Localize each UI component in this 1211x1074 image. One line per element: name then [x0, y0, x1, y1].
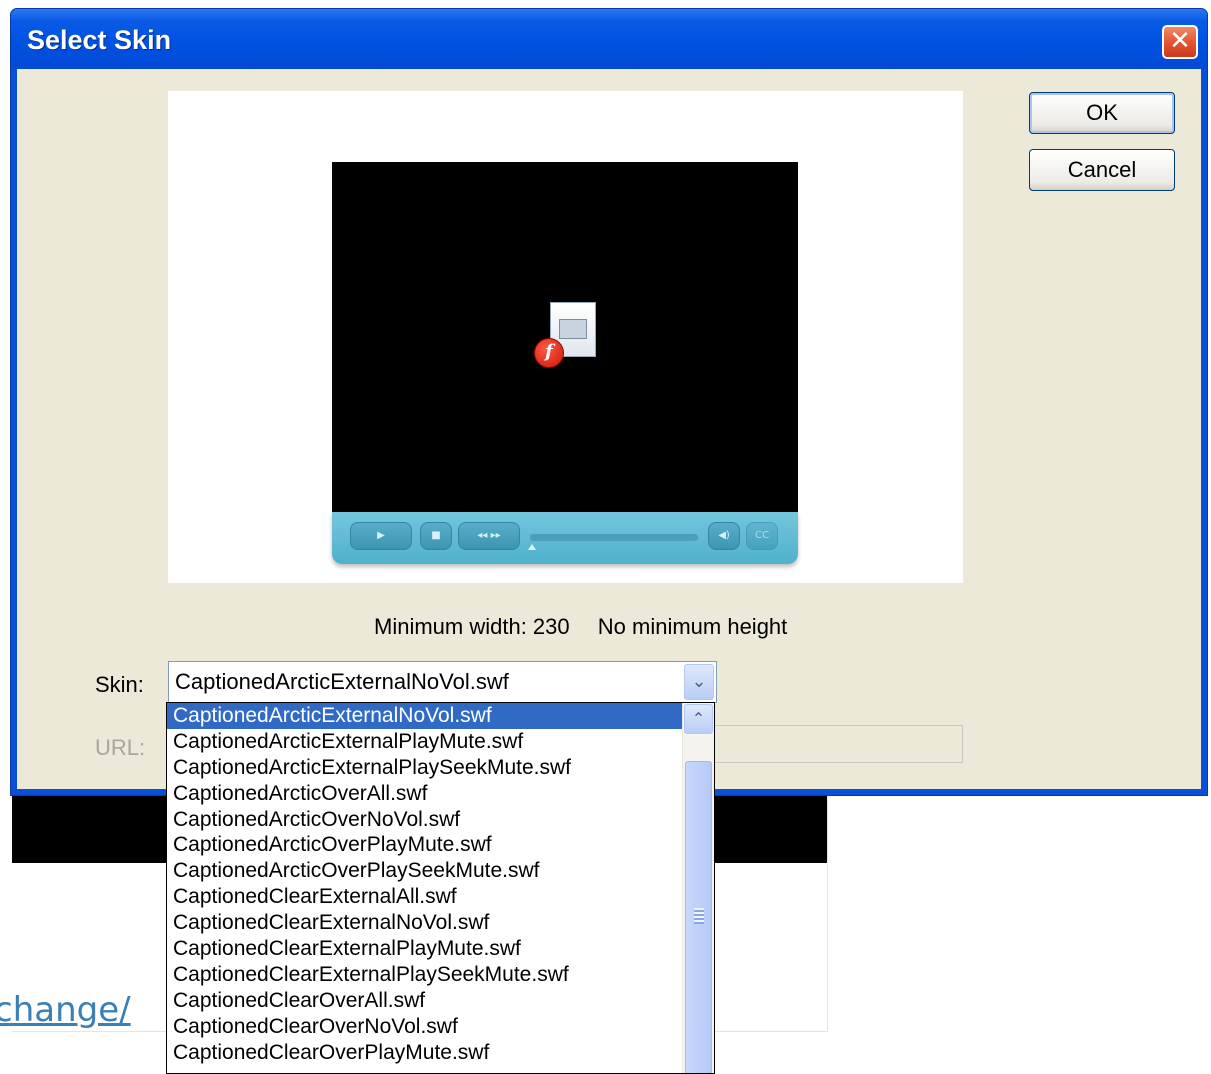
minimum-width-text: Minimum width: 230 [374, 614, 570, 639]
ok-button[interactable]: OK [1029, 92, 1175, 134]
dialog-title: Select Skin [27, 25, 172, 55]
dialog-title-bar[interactable]: Select Skin ✕ [11, 9, 1207, 69]
skin-option[interactable]: CaptionedClearExternalNoVol.swf [167, 910, 683, 936]
skin-option[interactable]: CaptionedArcticExternalPlaySeekMute.swf [167, 755, 683, 781]
skin-option[interactable]: CaptionedArcticOverNoVol.swf [167, 807, 683, 833]
skin-option[interactable]: CaptionedArcticExternalPlayMute.swf [167, 729, 683, 755]
rewind-forward-icon: ◂◂ ▸▸ [458, 522, 520, 550]
skin-select-value: CaptionedArcticExternalNoVol.swf [175, 669, 509, 694]
skin-select[interactable]: CaptionedArcticExternalNoVol.swf ⌄ [168, 661, 717, 703]
skin-option[interactable]: CaptionedArcticOverPlayMute.swf [167, 832, 683, 858]
seek-bar [530, 534, 698, 541]
skin-preview: f ▶ ■ ◂◂ ▸▸ ◀) CC [168, 91, 963, 583]
scroll-thumb[interactable] [685, 761, 712, 1073]
skin-option[interactable]: CaptionedClearOverPlayMute.swf [167, 1040, 683, 1066]
seek-handle-icon [528, 544, 536, 550]
url-label: URL: [95, 735, 146, 760]
background-link[interactable]: change/ [0, 990, 131, 1030]
video-preview-area: f [332, 162, 798, 512]
skin-option[interactable]: CaptionedArcticExternalNoVol.swf [167, 703, 683, 729]
skin-label: Skin: [95, 672, 144, 697]
flash-logo-icon: f [534, 338, 564, 368]
skin-option[interactable]: CaptionedClearOverNoVol.swf [167, 1014, 683, 1040]
skin-dropdown-list: CaptionedArcticExternalNoVol.swf Captione… [166, 702, 715, 1074]
captions-icon: CC [746, 522, 778, 550]
dropdown-scrollbar[interactable]: ⌃ [682, 703, 714, 1073]
skin-option[interactable]: CaptionedArcticOverAll.swf [167, 781, 683, 807]
volume-icon: ◀) [708, 522, 740, 550]
skin-size-info: Minimum width: 230 No minimum height [374, 614, 809, 640]
select-skin-dialog: Select Skin ✕ f ▶ ■ ◂◂ ▸▸ ◀) CC Minimum … [10, 8, 1208, 796]
skin-option[interactable]: CaptionedArcticOverPlaySeekMute.swf [167, 858, 683, 884]
skin-control-bar: ▶ ■ ◂◂ ▸▸ ◀) CC [332, 512, 798, 564]
minimum-height-text: No minimum height [597, 614, 788, 639]
close-button[interactable]: ✕ [1162, 25, 1198, 59]
cancel-button[interactable]: Cancel [1029, 149, 1175, 191]
skin-option[interactable]: CaptionedClearExternalPlayMute.swf [167, 936, 683, 962]
skin-option[interactable]: CaptionedClearExternalAll.swf [167, 884, 683, 910]
stop-icon: ■ [420, 522, 452, 550]
scroll-up-icon[interactable]: ⌃ [684, 704, 713, 734]
skin-option[interactable]: CaptionedClearExternalPlaySeekMute.swf [167, 962, 683, 988]
grip-icon [694, 908, 704, 924]
play-icon: ▶ [350, 522, 412, 550]
close-icon: ✕ [1169, 26, 1191, 56]
dialog-client-area: f ▶ ■ ◂◂ ▸▸ ◀) CC Minimum width: 230 No … [17, 69, 1201, 789]
skin-option[interactable]: CaptionedClearOverAll.swf [167, 988, 683, 1014]
skin-options: CaptionedArcticExternalNoVol.swf Captione… [167, 703, 683, 1065]
chevron-down-icon[interactable]: ⌄ [684, 664, 714, 700]
